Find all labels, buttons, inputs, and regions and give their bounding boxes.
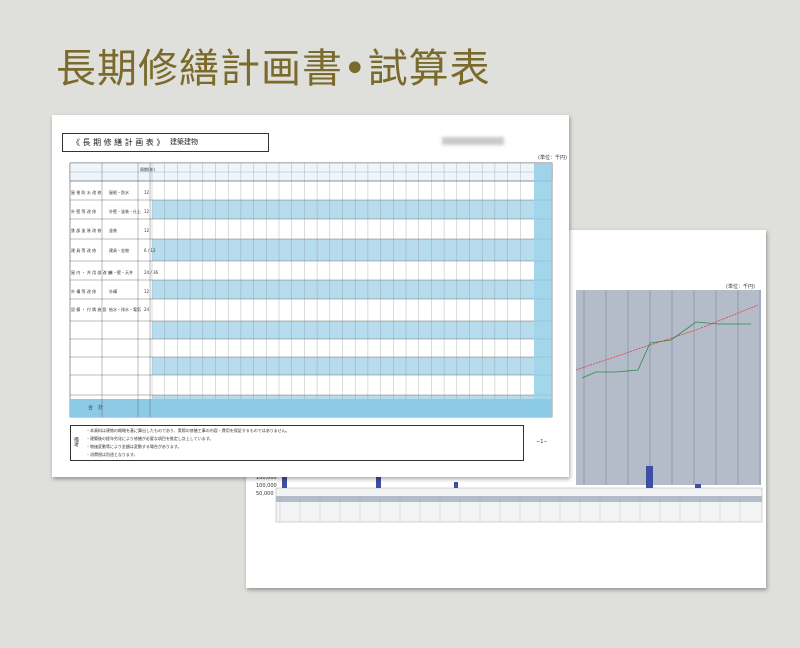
chart-table-header (276, 496, 762, 502)
row-sublabel: 外壁・塗装・仕上 (109, 209, 141, 214)
row-sublabel: 屋根・防水 (109, 190, 129, 195)
total-label: 合 計 (88, 405, 104, 411)
chart-bar (454, 482, 458, 488)
row-sublabel: 建具・金物 (109, 248, 129, 253)
front-sheet-table: 《 長 期 修 繕 計 画 表 》 建築建物 (単位：千円) 周期(年) 屋 根… (52, 115, 569, 477)
row-cycle: 12 (144, 190, 150, 195)
row-cycle: 24 / 36 (144, 270, 159, 275)
row-cycle: 12 (144, 228, 150, 233)
table-band (152, 280, 534, 299)
row-cycle: 6 / 12 (144, 248, 156, 253)
table-band (152, 321, 534, 339)
row-sublabel: 床・壁・天井 (109, 270, 133, 275)
row-cycle: 12 (144, 289, 150, 294)
row-label: 屋 内 ・ 共 用 部 改 修 (71, 270, 112, 275)
chart-bar (646, 466, 653, 488)
row-sublabel: 給水・排水・電気 (109, 307, 141, 312)
row-label: 設 備 ・ 付 属 施 設 (71, 307, 107, 312)
row-cycle: 24 (144, 307, 150, 312)
chart-bar (695, 484, 701, 488)
remarks-label: 備考 (73, 437, 79, 447)
total-column (534, 163, 552, 417)
note-3: ・物価変動等により金額は変動する場合があります。 (86, 444, 182, 449)
row-sublabel: 外構 (109, 289, 117, 294)
chart-plot-area (576, 290, 761, 485)
chart-bar (376, 477, 381, 488)
row-label: 外 壁 等 改 修 (71, 209, 97, 214)
chart-data-table (275, 487, 763, 523)
table-band (152, 239, 534, 261)
axis-label-3: 50,000 (256, 491, 274, 497)
remarks-notes: ・本資料は建物の概略を基に算出したものであり、実際の修繕工事の内容・費用を保証す… (86, 427, 290, 459)
table-band (152, 357, 534, 375)
chart-bar (282, 477, 287, 488)
total-row (70, 399, 552, 417)
row-label: 屋 根 防 水 改 修 (71, 190, 102, 195)
row-label: 外 構 等 改 修 (71, 289, 97, 294)
page-title: 長期修繕計画書•試算表 (56, 46, 491, 92)
row-cycle: 12 (144, 209, 150, 214)
row-label: 建 具 等 改 修 (71, 248, 97, 253)
note-1: ・本資料は建物の概略を基に算出したものであり、実際の修繕工事の内容・費用を保証す… (86, 428, 290, 433)
note-2: ・建築後の経年劣化により修繕が必要な項目を推定し計上しています。 (86, 436, 214, 441)
table-band (152, 395, 534, 399)
axis-label-2: 100,000 (256, 483, 277, 489)
col-header-cycle: 周期(年) (140, 167, 156, 172)
row-label: 鉄 部 塗 装 改 修 (71, 228, 102, 233)
page-mark: −1− (536, 439, 548, 445)
note-4: ・消費税は別途となります。 (86, 452, 138, 457)
plan-table (69, 162, 553, 418)
row-sublabel: 塗装 (109, 228, 117, 233)
table-band (152, 200, 534, 219)
